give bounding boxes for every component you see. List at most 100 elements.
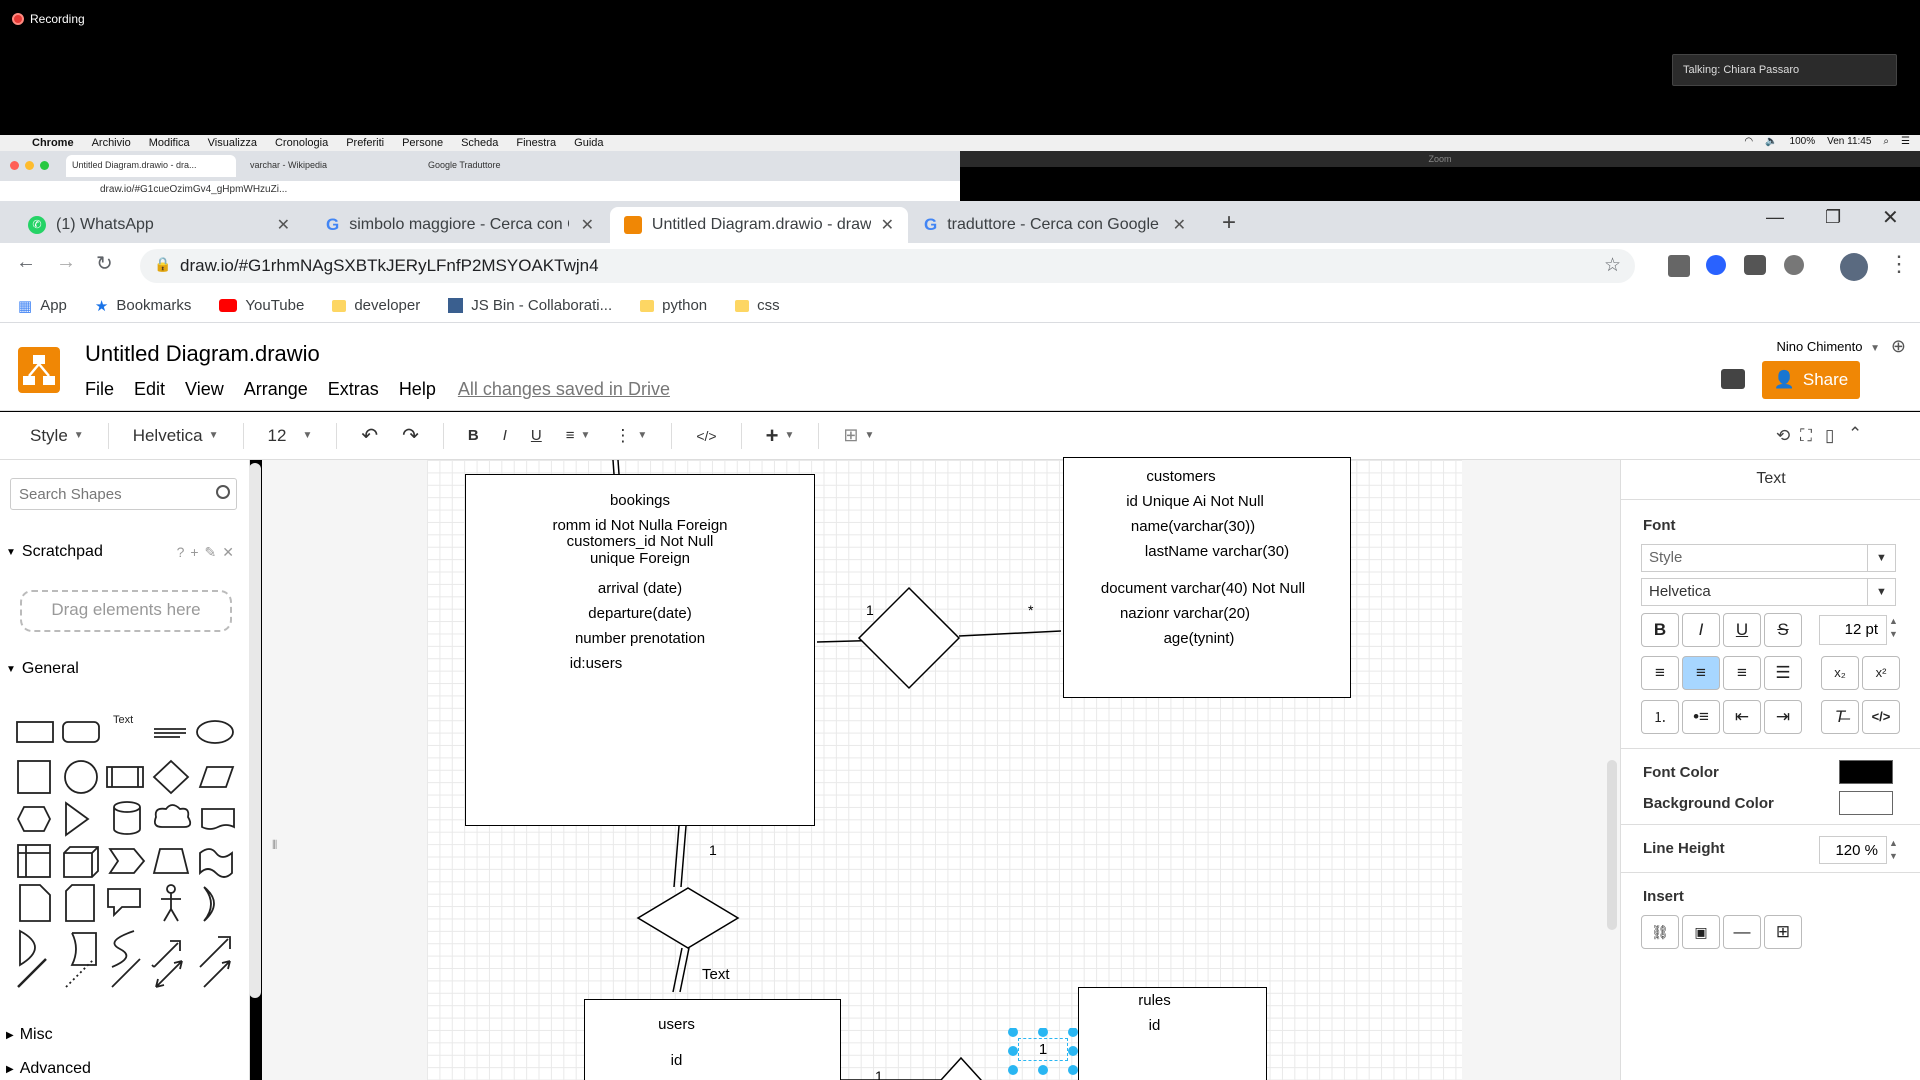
subscript-button[interactable]: x₂ <box>1821 656 1859 690</box>
menubar-item-guida[interactable]: Guida <box>574 137 603 149</box>
scratchpad-actions-icon[interactable]: ?+✎✕ <box>177 544 240 561</box>
panel-resize-handle[interactable]: ⦀ <box>272 838 277 853</box>
diagram-title[interactable]: Untitled Diagram.drawio <box>85 341 320 367</box>
style-select[interactable]: Style ▼ <box>1641 544 1896 572</box>
close-tab-icon[interactable]: ✕ <box>581 215 594 235</box>
bookmark-jsbin[interactable]: JS Bin - Collaborati... <box>448 297 612 314</box>
menubar-item-archivio[interactable]: Archivio <box>92 137 131 149</box>
insert-image-button[interactable]: ▣ <box>1682 915 1720 949</box>
entity-customers[interactable]: customers id Unique Ai Not Null name(var… <box>1063 457 1351 698</box>
share-button[interactable]: 👤 Share <box>1762 361 1860 399</box>
fit-icon[interactable]: ⛶ <box>1800 426 1812 446</box>
spotlight-icon[interactable]: ⌕ <box>1883 136 1889 147</box>
forward-icon[interactable]: → <box>56 251 76 274</box>
panel-toggle-icon[interactable]: ▯ <box>1825 426 1834 446</box>
menubar-item-preferiti[interactable]: Preferiti <box>346 137 384 149</box>
menubar-item-cronologia[interactable]: Cronologia <box>275 137 328 149</box>
cardinality-label[interactable]: 1 <box>866 602 874 618</box>
align-center-button[interactable]: ≡ <box>1682 656 1720 690</box>
star-icon[interactable]: ☆ <box>1604 254 1621 277</box>
restore-window-icon[interactable]: ❐ <box>1825 207 1841 228</box>
bulleted-list-button[interactable]: •≡ <box>1682 700 1720 734</box>
tab-traduttore[interactable]: G traduttore - Cerca con Google ✕ <box>910 207 1200 243</box>
redo-icon[interactable]: ↷ <box>402 423 419 448</box>
control-center-icon[interactable]: ☰ <box>1901 136 1910 147</box>
bold-icon[interactable]: B <box>468 427 479 444</box>
bookmark-css[interactable]: css <box>735 297 780 314</box>
selected-label[interactable]: 1 <box>1007 1028 1079 1080</box>
save-status-link[interactable]: All changes saved in Drive <box>458 379 670 400</box>
small-tab-traduttore[interactable]: Google Traduttore <box>422 155 592 177</box>
insert-table-button[interactable]: ⊞ <box>1764 915 1802 949</box>
justify-button[interactable]: ☰ <box>1764 656 1802 690</box>
small-tab-drawio[interactable]: Untitled Diagram.drawio - dra... <box>66 155 236 177</box>
menubar-item-scheda[interactable]: Scheda <box>461 137 498 149</box>
collapse-icon[interactable]: ⌃ <box>1848 424 1862 444</box>
font-color-swatch[interactable] <box>1839 760 1893 784</box>
indent-button[interactable]: ⇥ <box>1764 700 1802 734</box>
menu-view[interactable]: View <box>185 379 224 400</box>
menu-help[interactable]: Help <box>399 379 436 400</box>
font-dropdown[interactable]: Helvetica ▼ <box>133 426 219 446</box>
bookmark-bookmarks[interactable]: ★ Bookmarks <box>95 297 191 315</box>
style-dropdown[interactable]: Style ▼ <box>30 426 84 446</box>
url-field[interactable]: 🔒 draw.io/#G1rhmNAgSXBTkJERyLFnfP2MSYOAK… <box>140 249 1635 283</box>
shapes-scrollbar[interactable] <box>249 463 261 998</box>
font-size-stepper-icon[interactable]: ▲ ▼ <box>1889 615 1898 641</box>
diagram-page[interactable]: bookings romm id Not Nulla Foreign custo… <box>427 457 1462 1080</box>
font-family-select[interactable]: Helvetica ▼ <box>1641 578 1896 606</box>
menubar-item-visualizza[interactable]: Visualizza <box>208 137 257 149</box>
underline-button[interactable]: U <box>1723 613 1761 647</box>
scratchpad-header[interactable]: ▼ Scratchpad ?+✎✕ <box>0 543 240 561</box>
font-size-input[interactable]: 12 pt <box>1819 615 1887 645</box>
back-icon[interactable]: ← <box>16 251 36 274</box>
drawio-logo[interactable] <box>18 347 60 393</box>
bold-button[interactable]: B <box>1641 613 1679 647</box>
diagram-canvas[interactable]: bookings romm id Not Nulla Foreign custo… <box>262 457 1620 1080</box>
bookmark-youtube[interactable]: YouTube <box>219 297 304 314</box>
new-tab-icon[interactable]: + <box>1222 209 1236 237</box>
extension-icon[interactable] <box>1784 255 1804 275</box>
outdent-button[interactable]: ⇤ <box>1723 700 1761 734</box>
scratchpad-drop-area[interactable]: Drag elements here <box>20 590 232 632</box>
small-tab-varchar[interactable]: varchar - Wikipedia <box>244 155 414 177</box>
text-shape[interactable]: Text <box>113 714 133 726</box>
comment-icon[interactable] <box>1721 369 1745 389</box>
user-name[interactable]: Nino Chimento ▼ <box>1776 339 1880 354</box>
extension-icon[interactable] <box>1744 255 1766 275</box>
minimize-dot-icon[interactable] <box>25 161 34 170</box>
tab-drawio[interactable]: Untitled Diagram.drawio - draw.i ✕ <box>610 207 908 243</box>
menubar-item-modifica[interactable]: Modifica <box>149 137 190 149</box>
vertical-align-icon[interactable]: ⋮ ▼ <box>614 426 647 446</box>
advanced-header[interactable]: ▶ Advanced <box>0 1060 240 1078</box>
insert-plus-icon[interactable]: + ▼ <box>766 423 795 449</box>
menubar-item-finestra[interactable]: Finestra <box>516 137 556 149</box>
globe-icon[interactable]: ⊕ <box>1891 336 1906 357</box>
volume-icon[interactable]: 🔈 <box>1765 136 1777 147</box>
strikethrough-button[interactable]: S <box>1764 613 1802 647</box>
menu-arrange[interactable]: Arrange <box>244 379 308 400</box>
zoom-dot-icon[interactable] <box>40 161 49 170</box>
reload-icon[interactable]: ↻ <box>96 251 113 276</box>
entity-bookings[interactable]: bookings romm id Not Nulla Foreign custo… <box>465 474 815 826</box>
bookmark-python[interactable]: python <box>640 297 707 314</box>
tab-text[interactable]: Text <box>1621 460 1920 500</box>
minimize-window-icon[interactable]: — <box>1766 207 1784 228</box>
general-header[interactable]: ▼ General <box>0 660 240 678</box>
selection-handles[interactable] <box>1007 1028 1079 1080</box>
html-button[interactable]: </> <box>1862 700 1900 734</box>
undo-icon[interactable]: ↶ <box>361 423 378 448</box>
line-height-stepper-icon[interactable]: ▲ ▼ <box>1889 837 1898 863</box>
close-window-icon[interactable]: ✕ <box>1882 205 1899 230</box>
misc-header[interactable]: ▶ Misc <box>0 1026 240 1044</box>
table-icon[interactable]: ⊞ ▼ <box>843 425 874 446</box>
html-code-icon[interactable]: </> <box>696 428 716 444</box>
clear-formatting-button[interactable]: T̶ <box>1821 700 1859 734</box>
entity-users[interactable]: users id <box>584 999 841 1080</box>
refresh-icon[interactable]: ⟲ <box>1776 426 1790 446</box>
cardinality-label[interactable]: 1 <box>709 842 717 858</box>
numbered-list-button[interactable]: ⒈ <box>1641 700 1679 734</box>
italic-icon[interactable]: I <box>503 427 507 444</box>
tab-whatsapp[interactable]: ✆ (1) WhatsApp ✕ <box>14 207 304 243</box>
extension-icon[interactable] <box>1668 255 1690 277</box>
